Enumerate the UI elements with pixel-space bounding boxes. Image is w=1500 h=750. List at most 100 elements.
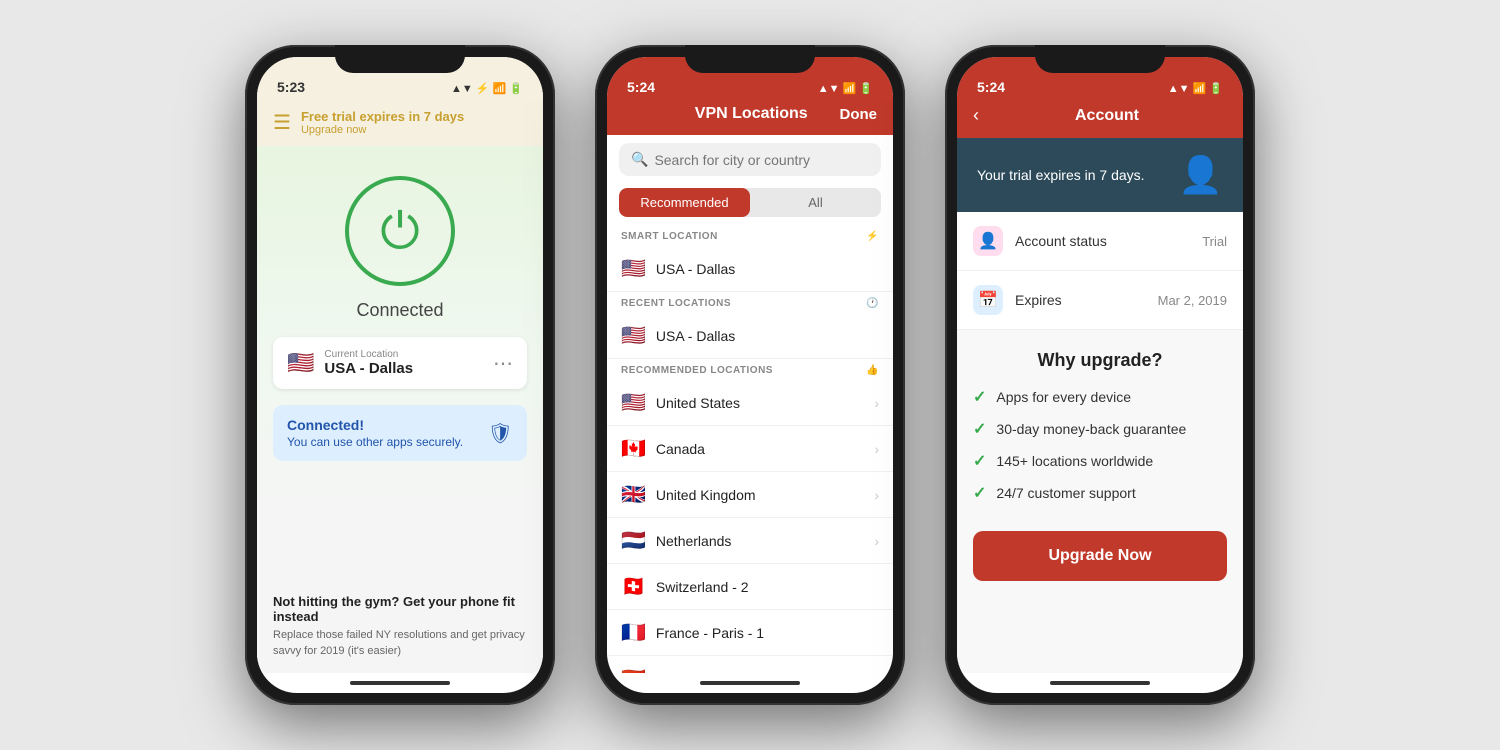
status-icons-1: ▲▼ ⚡ 📶 🔋 — [451, 82, 523, 95]
avatar-icon: 👤 — [1178, 154, 1223, 196]
flag-icon: 🇺🇸 — [621, 390, 646, 415]
menu-icon[interactable]: ☰ — [273, 110, 291, 135]
benefit-text: 145+ locations worldwide — [996, 453, 1153, 469]
upgrade-button[interactable]: Upgrade Now — [973, 531, 1227, 581]
locations-container: 🇺🇸 United States › 🇨🇦 Canada › 🇬🇧 United… — [607, 380, 893, 673]
smart-location-header: SMART LOCATION ⚡ — [607, 225, 893, 246]
notch-3 — [1035, 45, 1165, 73]
loc-name: Canada — [656, 441, 874, 457]
loc-name: Netherlands — [656, 533, 874, 549]
account-icon: 👤 — [973, 226, 1003, 256]
expires-item[interactable]: 📅 Expires Mar 2, 2019 — [957, 271, 1243, 330]
home-indicator-2 — [607, 673, 893, 693]
status-icons-3: ▲▼ 📶 🔋 — [1168, 82, 1223, 95]
tab-all[interactable]: All — [750, 188, 881, 217]
trial-message: Your trial expires in 7 days. — [977, 167, 1145, 183]
recent-location-row[interactable]: 🇺🇸 USA - Dallas — [607, 313, 893, 359]
benefit-item: ✓ 30-day money-back guarantee — [973, 419, 1227, 439]
shield-icon: 🛡 — [488, 421, 513, 446]
account-hero: Your trial expires in 7 days. 👤 — [957, 138, 1243, 212]
location-row[interactable]: 🇨🇭 Switzerland - 2 — [607, 564, 893, 610]
news-sub: Replace those failed NY resolutions and … — [273, 628, 527, 659]
account-status-value: Trial — [1202, 234, 1227, 249]
location-name: USA - Dallas — [324, 360, 493, 377]
home-bar-2 — [700, 681, 800, 685]
benefit-item: ✓ 145+ locations worldwide — [973, 451, 1227, 471]
power-icon: ⏻ — [380, 206, 420, 256]
connected-label: Connected — [356, 300, 443, 321]
main-area-1: ⏻ Connected 🇺🇸 Current Location USA - Da… — [257, 146, 543, 673]
flag-icon: 🇬🇧 — [621, 482, 646, 507]
account-status-label: Account status — [1015, 233, 1202, 249]
phone2-header: VPN Locations Done — [607, 101, 893, 135]
smart-flag: 🇺🇸 — [621, 256, 646, 281]
clock-icon: 🕐 — [866, 298, 879, 309]
phone3-title: Account — [987, 107, 1227, 125]
check-icon: ✓ — [973, 419, 986, 439]
upgrade-link[interactable]: Upgrade now — [301, 124, 464, 136]
upgrade-section: Why upgrade? ✓ Apps for every device ✓ 3… — [957, 330, 1243, 673]
loc-name: United Kingdom — [656, 487, 874, 503]
trial-text: Free trial expires in 7 days — [301, 109, 464, 124]
back-icon[interactable]: ‹ — [973, 105, 979, 126]
flag-icon: 🇳🇱 — [621, 528, 646, 553]
benefit-item: ✓ 24/7 customer support — [973, 483, 1227, 503]
home-indicator-3 — [957, 673, 1243, 693]
news-title: Not hitting the gym? Get your phone fit … — [273, 594, 527, 624]
time-3: 5:24 — [977, 79, 1005, 95]
account-items: 👤 Account status Trial 📅 Expires Mar 2, … — [957, 212, 1243, 330]
location-row[interactable]: 🇨🇦 Canada › — [607, 426, 893, 472]
phone3-header: ‹ Account — [957, 101, 1243, 138]
loc-name: Switzerland - 2 — [656, 579, 879, 595]
flag-icon: 🇨🇭 — [621, 574, 646, 599]
time-1: 5:23 — [277, 79, 305, 95]
search-icon: 🔍 — [631, 151, 648, 168]
connected-banner: Connected! You can use other apps secure… — [273, 405, 527, 461]
search-bar[interactable]: 🔍 — [619, 143, 881, 176]
phone2-title: VPN Locations — [663, 105, 840, 123]
loc-name: France - Paris - 1 — [656, 625, 879, 641]
flag-icon: 🇫🇷 — [621, 620, 646, 645]
calendar-icon: 📅 — [973, 285, 1003, 315]
tab-recommended[interactable]: Recommended — [619, 188, 750, 217]
expires-value: Mar 2, 2019 — [1158, 293, 1227, 308]
search-input[interactable] — [654, 152, 869, 168]
chevron-icon: › — [874, 441, 879, 457]
location-row[interactable]: 🇬🇧 United Kingdom › — [607, 472, 893, 518]
check-icon: ✓ — [973, 451, 986, 471]
account-status-item[interactable]: 👤 Account status Trial — [957, 212, 1243, 271]
done-button[interactable]: Done — [840, 106, 878, 123]
connected-title: Connected! — [287, 417, 488, 433]
check-icon: ✓ — [973, 483, 986, 503]
smart-loc-name: USA - Dallas — [656, 261, 879, 277]
benefit-item: ✓ Apps for every device — [973, 387, 1227, 407]
flag-icon: 🇨🇦 — [621, 436, 646, 461]
location-row[interactable]: 🇭🇰 Hong Kong - 2 — [607, 656, 893, 673]
time-2: 5:24 — [627, 79, 655, 95]
recommended-header: RECOMMENDED LOCATIONS 👍 — [607, 359, 893, 380]
recent-loc-name: USA - Dallas — [656, 328, 879, 344]
benefit-text: 30-day money-back guarantee — [996, 421, 1186, 437]
smart-location-row[interactable]: 🇺🇸 USA - Dallas — [607, 246, 893, 292]
lightning-icon: ⚡ — [866, 231, 879, 242]
location-row[interactable]: 🇫🇷 France - Paris - 1 — [607, 610, 893, 656]
location-row[interactable]: 🇳🇱 Netherlands › — [607, 518, 893, 564]
home-bar-1 — [350, 681, 450, 685]
more-options-icon[interactable]: ⋯ — [493, 351, 513, 376]
loc-name: United States — [656, 395, 874, 411]
power-button[interactable]: ⏻ — [345, 176, 455, 286]
thumbsup-icon: 👍 — [866, 365, 879, 376]
expires-label: Expires — [1015, 292, 1158, 308]
connected-sub: You can use other apps securely. — [287, 435, 488, 449]
benefit-text: 24/7 customer support — [996, 485, 1135, 501]
phones-container: 5:23 ▲▼ ⚡ 📶 🔋 ☰ Free trial expires in 7 … — [245, 45, 1255, 705]
phone-1: 5:23 ▲▼ ⚡ 📶 🔋 ☰ Free trial expires in 7 … — [245, 45, 555, 705]
chevron-icon: › — [874, 487, 879, 503]
notch-2 — [685, 45, 815, 73]
recent-header: RECENT LOCATIONS 🕐 — [607, 292, 893, 313]
chevron-icon: › — [874, 533, 879, 549]
benefits-container: ✓ Apps for every device ✓ 30-day money-b… — [973, 387, 1227, 503]
location-card[interactable]: 🇺🇸 Current Location USA - Dallas ⋯ — [273, 337, 527, 389]
location-row[interactable]: 🇺🇸 United States › — [607, 380, 893, 426]
status-icons-2: ▲▼ 📶 🔋 — [818, 82, 873, 95]
